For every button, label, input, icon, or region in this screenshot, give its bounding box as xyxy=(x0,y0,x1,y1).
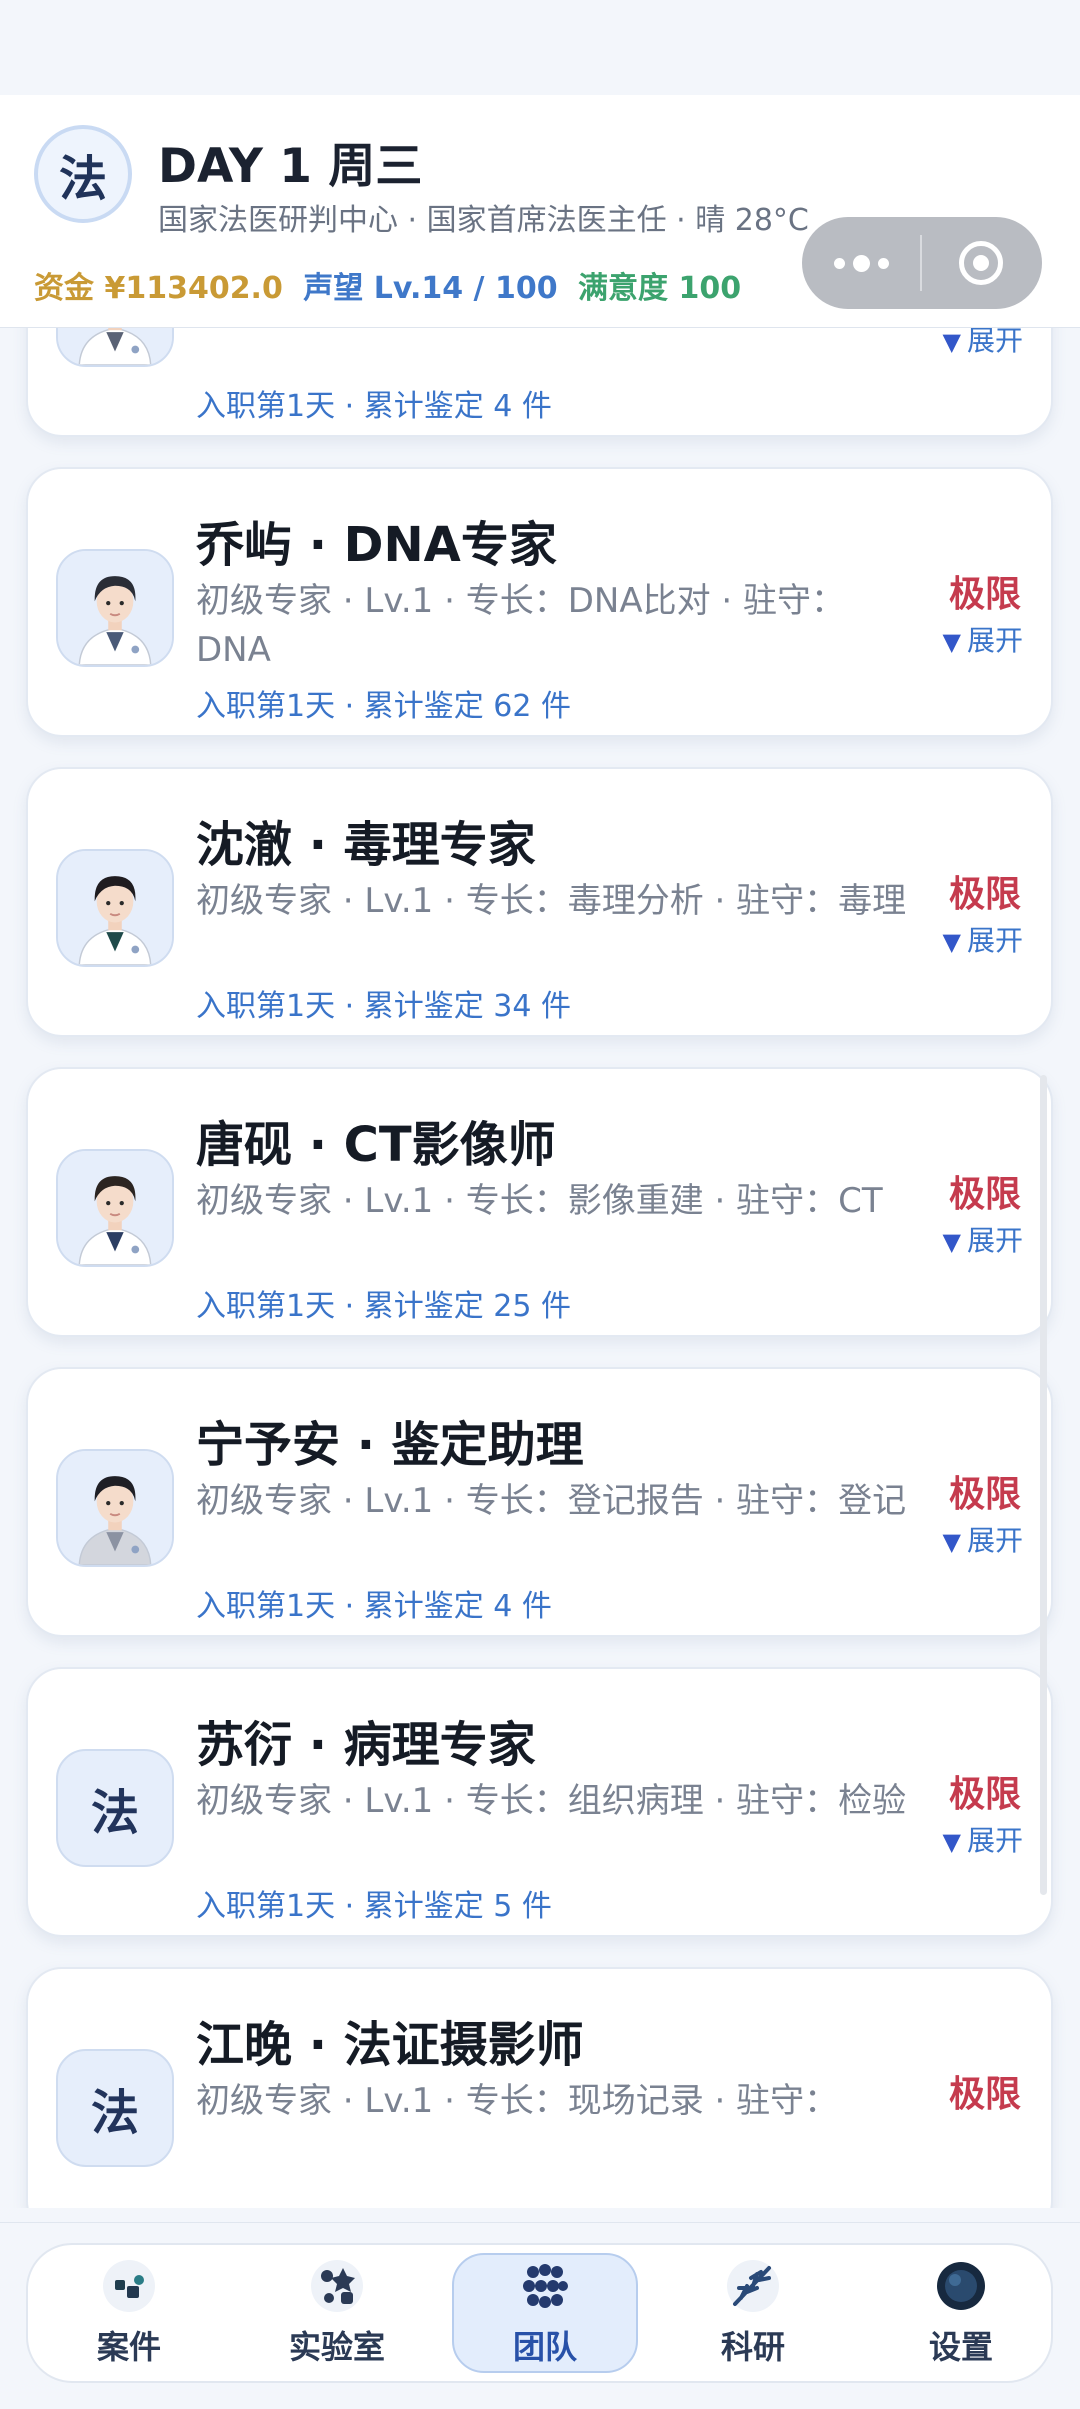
money-stat: 资金 ¥113402.0 xyxy=(34,271,283,306)
settings-icon xyxy=(933,2258,989,2318)
triangle-down-icon: ▼ xyxy=(942,1528,961,1556)
staff-name: 宁予安 · 鉴定助理 xyxy=(196,1417,584,1473)
staff-hire-info: 入职第1天 · 累计鉴定 62 件 xyxy=(196,689,571,724)
staff-level-badge: 极限 xyxy=(948,574,1021,615)
expand-label: 展开 xyxy=(966,1224,1023,1257)
app-header: 法 DAY 1 周三 国家法医研判中心 · 国家首席法医主任 · 晴 28°C … xyxy=(0,95,1080,328)
staff-name: 乔屿 · DNA专家 xyxy=(196,517,557,573)
tab-bar: 案件 实验室 团队 科研 设置 xyxy=(26,2243,1053,2383)
expand-button[interactable]: ▼ 展开 xyxy=(943,919,1023,959)
expand-label: 展开 xyxy=(966,1524,1023,1557)
expand-label: 展开 xyxy=(966,924,1023,957)
tab-research[interactable]: 科研 xyxy=(660,2253,846,2373)
staff-level-badge: 极限 xyxy=(948,1474,1021,1515)
staff-level-badge: 极限 xyxy=(948,1774,1021,1815)
staff-name: 江晚 · 法证摄影师 xyxy=(196,2017,584,2073)
staff-card[interactable]: 唐砚 · CT影像师初级专家 · Lv.1 · 专长：影像重建 · 驻守：CT 入… xyxy=(26,1067,1053,1337)
satisfaction-stat: 满意度 100 xyxy=(578,271,742,306)
more-dot-icon xyxy=(852,254,870,272)
logo-badge: 法 xyxy=(34,125,132,223)
tab-label: 设置 xyxy=(928,2328,993,2366)
staff-name: 苏衍 · 病理专家 xyxy=(196,1717,536,1773)
bottom-nav: 案件 实验室 团队 科研 设置 xyxy=(0,2222,1080,2409)
expand-label: 展开 xyxy=(966,328,1023,357)
triangle-down-icon: ▼ xyxy=(942,1228,961,1256)
staff-card[interactable]: 法苏衍 · 病理专家初级专家 · Lv.1 · 专长：组织病理 · 驻守：检验入… xyxy=(26,1667,1053,1937)
staff-description: 初级专家 · Lv.1 · 专长：现场记录 · 驻守： xyxy=(196,2081,839,2121)
more-dot-icon xyxy=(877,257,889,269)
tab-label: 案件 xyxy=(96,2328,161,2366)
staff-avatar: 法 xyxy=(56,1749,174,1867)
staff-hire-info: 入职第1天 · 累计鉴定 5 件 xyxy=(196,1889,552,1924)
staff-list[interactable]: 林日正 · 生检法医初级专家 · Lv.2 · 专长：无创检验 · 驻守：检验入… xyxy=(0,328,1080,2208)
target-icon xyxy=(959,241,1003,285)
staff-level-badge: 极限 xyxy=(948,2074,1021,2115)
day-title: DAY 1 周三 xyxy=(158,139,423,194)
close-miniprogram-button[interactable] xyxy=(922,217,1040,309)
lab-icon xyxy=(309,2258,365,2318)
staff-description: 初级专家 · Lv.1 · 专长：组织病理 · 驻守：检验 xyxy=(196,1781,907,1821)
staff-card[interactable]: 法江晚 · 法证摄影师初级专家 · Lv.1 · 专长：现场记录 · 驻守： 极限 xyxy=(26,1967,1053,2208)
staff-card[interactable]: 宁予安 · 鉴定助理初级专家 · Lv.1 · 专长：登记报告 · 驻守：登记入… xyxy=(26,1367,1053,1637)
triangle-down-icon: ▼ xyxy=(942,328,961,356)
more-menu-button[interactable] xyxy=(802,217,920,309)
staff-card[interactable]: 乔屿 · DNA专家初级专家 · Lv.1 · 专长：DNA比对 · 驻守：DN… xyxy=(26,467,1053,737)
expand-button[interactable]: ▼ 展开 xyxy=(943,1519,1023,1559)
staff-hire-info: 入职第1天 · 累计鉴定 4 件 xyxy=(196,1589,552,1624)
reputation-stat: 声望 Lv.14 / 100 xyxy=(303,271,558,306)
miniprogram-capsule xyxy=(802,217,1042,309)
stats-row: 资金 ¥113402.0 声望 Lv.14 / 100 满意度 100 xyxy=(34,263,751,307)
staff-card[interactable]: 沈澈 · 毒理专家初级专家 · Lv.1 · 专长：毒理分析 · 驻守：毒理入职… xyxy=(26,767,1053,1037)
tab-lab[interactable]: 实验室 xyxy=(244,2253,430,2373)
expand-button[interactable]: ▼ 展开 xyxy=(943,619,1023,659)
status-bar xyxy=(0,0,1080,95)
triangle-down-icon: ▼ xyxy=(942,628,961,656)
expand-button[interactable]: ▼ 展开 xyxy=(943,1819,1023,1859)
tab-team[interactable]: 团队 xyxy=(452,2253,638,2373)
staff-avatar xyxy=(56,328,174,367)
staff-description: 初级专家 · Lv.1 · 专长：毒理分析 · 驻守：毒理 xyxy=(196,881,907,921)
staff-avatar: 法 xyxy=(56,2049,174,2167)
staff-hire-info: 入职第1天 · 累计鉴定 34 件 xyxy=(196,989,571,1024)
expand-label: 展开 xyxy=(966,1824,1023,1857)
header-subtitle: 国家法医研判中心 · 国家首席法医主任 · 晴 28°C xyxy=(158,203,809,238)
expand-button[interactable]: ▼ 展开 xyxy=(943,1219,1023,1259)
case-icon xyxy=(101,2258,157,2318)
tab-label: 科研 xyxy=(720,2328,785,2366)
expand-button[interactable]: ▼ 展开 xyxy=(943,328,1023,359)
tab-settings[interactable]: 设置 xyxy=(868,2253,1054,2373)
expand-label: 展开 xyxy=(966,624,1023,657)
staff-level-badge: 极限 xyxy=(948,1174,1021,1215)
staff-description: 初级专家 · Lv.1 · 专长：登记报告 · 驻守：登记 xyxy=(196,1481,907,1521)
tab-label: 团队 xyxy=(512,2328,577,2366)
team-icon xyxy=(517,2258,573,2318)
tab-label: 实验室 xyxy=(288,2328,385,2366)
triangle-down-icon: ▼ xyxy=(942,928,961,956)
triangle-down-icon: ▼ xyxy=(942,1828,961,1856)
staff-name: 唐砚 · CT影像师 xyxy=(196,1117,556,1173)
staff-hire-info: 入职第1天 · 累计鉴定 25 件 xyxy=(196,1289,571,1324)
staff-avatar xyxy=(56,1449,174,1567)
staff-card[interactable]: 林日正 · 生检法医初级专家 · Lv.2 · 专长：无创检验 · 驻守：检验入… xyxy=(26,328,1053,437)
staff-name: 沈澈 · 毒理专家 xyxy=(196,817,536,873)
staff-hire-info: 入职第1天 · 累计鉴定 4 件 xyxy=(196,389,552,424)
staff-avatar xyxy=(56,1149,174,1267)
staff-level-badge: 极限 xyxy=(948,874,1021,915)
staff-avatar xyxy=(56,549,174,667)
staff-description: 初级专家 · Lv.1 · 专长：DNA比对 · 驻守：DNA xyxy=(196,581,846,670)
research-icon xyxy=(725,2258,781,2318)
staff-description: 初级专家 · Lv.1 · 专长：影像重建 · 驻守：CT xyxy=(196,1181,883,1221)
tab-case[interactable]: 案件 xyxy=(36,2253,222,2373)
scrollbar[interactable] xyxy=(1040,1075,1047,1895)
more-dot-icon xyxy=(833,257,845,269)
staff-avatar xyxy=(56,849,174,967)
